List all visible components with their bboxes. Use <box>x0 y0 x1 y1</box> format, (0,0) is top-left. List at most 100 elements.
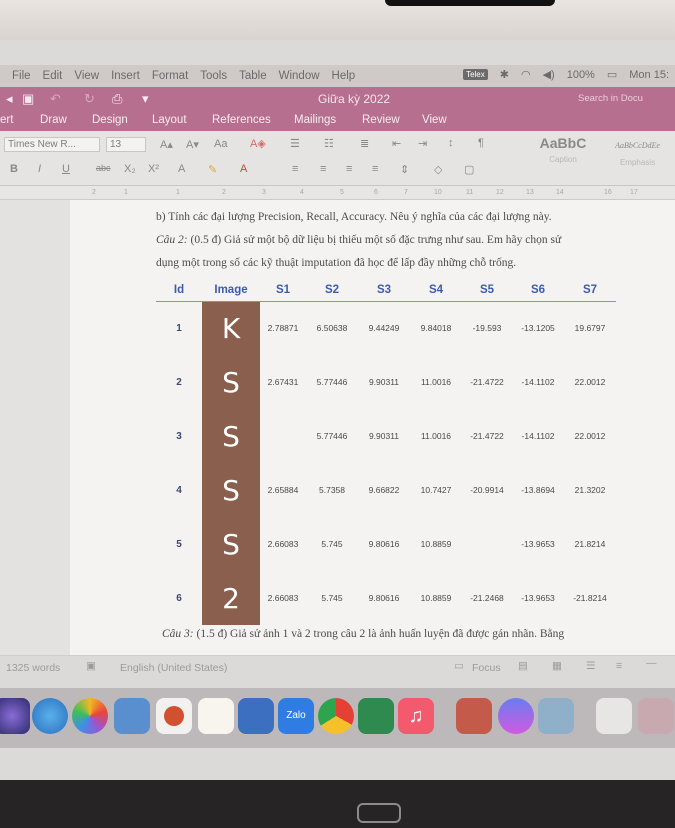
align-left-icon[interactable]: ≡ <box>292 163 298 175</box>
dock-app-zalo-icon[interactable]: Zalo <box>278 698 314 734</box>
borders-icon[interactable]: ▢ <box>464 163 474 176</box>
superscript-icon[interactable]: X² <box>148 163 159 175</box>
dock-app-notes-icon[interactable] <box>198 698 234 734</box>
web-layout-icon[interactable]: ▦ <box>552 660 562 672</box>
dock-app-preview-icon[interactable] <box>114 698 150 734</box>
style-caption[interactable]: AaBbC Caption <box>528 135 598 177</box>
menu-insert[interactable]: Insert <box>111 70 140 82</box>
tab-design[interactable]: Design <box>92 114 128 126</box>
tab-layout[interactable]: Layout <box>152 114 187 126</box>
tab-references[interactable]: References <box>212 114 271 126</box>
dock-app-powerpoint-icon[interactable] <box>156 698 192 734</box>
row-image: S <box>202 517 260 571</box>
dock-app-screenshot-icon[interactable] <box>596 698 632 734</box>
dock-app-music-icon[interactable]: ♫ <box>398 698 434 734</box>
menu-edit[interactable]: Edit <box>43 70 63 82</box>
bold-icon[interactable]: B <box>10 163 18 175</box>
style-emphasis[interactable]: AaBbCcDdEe Emphasis <box>600 135 675 177</box>
increase-indent-icon[interactable]: ⇥ <box>418 137 427 150</box>
menu-view[interactable]: View <box>74 70 99 82</box>
tab-mailings[interactable]: Mailings <box>294 114 336 126</box>
header-s7: S7 <box>564 279 616 302</box>
font-name-field[interactable]: Times New R... <box>4 137 100 152</box>
word-count[interactable]: 1325 words <box>6 662 60 674</box>
cell-s7: 22.0012 <box>574 431 606 441</box>
menu-tools[interactable]: Tools <box>200 70 227 82</box>
dock-app-excel-icon[interactable] <box>358 698 394 734</box>
table-row: 3 S 5.77446 9.90311 11.0016 -21.4722 -14… <box>156 409 616 463</box>
volume-icon[interactable]: ◀) <box>543 68 555 81</box>
header-s5: S5 <box>462 279 512 302</box>
shrink-font-icon[interactable]: A▾ <box>186 138 199 151</box>
save-icon[interactable]: ▣ <box>22 91 34 107</box>
menu-format[interactable]: Format <box>152 70 188 82</box>
document-page[interactable]: b) Tính các đại lượng Precision, Recall,… <box>70 200 675 655</box>
tab-view[interactable]: View <box>422 114 447 126</box>
menu-file[interactable]: File <box>12 70 31 82</box>
home-toolbar: Times New R... 13 A▴ A▾ Aa A◈ ☰ ☷ ≣ ⇤ ⇥ … <box>0 131 675 186</box>
clock[interactable]: Mon 15: <box>629 69 669 81</box>
tab-review[interactable]: Review <box>362 114 400 126</box>
shading-icon[interactable]: ◇ <box>434 163 442 176</box>
dock-app-gallery-icon[interactable] <box>638 698 674 734</box>
align-right-icon[interactable]: ≡ <box>346 163 352 175</box>
font-size-field[interactable]: 13 <box>106 137 146 152</box>
decrease-indent-icon[interactable]: ⇤ <box>392 137 401 150</box>
dock-app-siri-icon[interactable] <box>0 698 30 734</box>
highlight-icon[interactable]: ✎ <box>208 163 217 176</box>
menu-window[interactable]: Window <box>279 70 320 82</box>
numbering-icon[interactable]: ☷ <box>324 137 334 150</box>
read-mode-icon[interactable]: ☰ <box>586 660 595 672</box>
dock-app-photos-icon[interactable] <box>72 698 108 734</box>
language-indicator[interactable]: English (United States) <box>120 662 227 674</box>
bluetooth-icon[interactable]: ✱ <box>500 68 509 81</box>
proofing-icon[interactable]: ▣ <box>86 660 96 672</box>
outline-icon[interactable]: ≡ <box>616 660 622 672</box>
cell-s3: 9.90311 <box>368 431 400 441</box>
wifi-icon[interactable]: ◠ <box>521 68 531 81</box>
tab-insert[interactable]: ert <box>0 114 13 126</box>
redo-icon[interactable]: ↻ <box>84 91 95 107</box>
justify-icon[interactable]: ≡ <box>372 163 378 175</box>
text-effects-icon[interactable]: A <box>178 163 185 175</box>
sidebar-toggle-icon[interactable]: ◂ <box>6 91 13 107</box>
line-spacing-icon[interactable]: ⇕ <box>400 163 409 176</box>
align-center-icon[interactable]: ≡ <box>320 163 326 175</box>
dock-app-messenger-icon[interactable] <box>498 698 534 734</box>
dock-app-dictionary-icon[interactable] <box>456 698 492 734</box>
font-color-icon[interactable]: A <box>240 163 247 175</box>
grow-font-icon[interactable]: A▴ <box>160 138 173 151</box>
clear-formatting-icon[interactable]: A◈ <box>250 137 266 150</box>
strikethrough-icon[interactable]: abc <box>96 163 111 173</box>
battery-icon[interactable]: ▭ <box>607 68 617 81</box>
print-icon[interactable]: ⎙ <box>112 91 122 107</box>
underline-icon[interactable]: U <box>62 163 70 175</box>
focus-icon[interactable]: ▭ <box>454 660 464 672</box>
focus-button[interactable]: Focus <box>472 662 501 674</box>
menu-table[interactable]: Table <box>239 70 267 82</box>
print-layout-icon[interactable]: ▤ <box>518 660 528 672</box>
subscript-icon[interactable]: X₂ <box>124 163 136 175</box>
show-formatting-icon[interactable]: ¶ <box>478 137 484 149</box>
zoom-slider[interactable]: — <box>646 657 657 669</box>
sort-icon[interactable]: ↕ <box>448 137 454 149</box>
dock-app-safari-icon[interactable] <box>32 698 68 734</box>
customize-chevron-icon[interactable]: ▾ <box>142 91 149 107</box>
undo-icon[interactable]: ↶ <box>50 91 61 107</box>
italic-icon[interactable]: I <box>38 163 41 175</box>
change-case-icon[interactable]: Aa <box>214 138 227 150</box>
tab-draw[interactable]: Draw <box>40 114 67 126</box>
search-document-field[interactable]: Search in Docu <box>578 93 643 104</box>
menu-help[interactable]: Help <box>332 70 356 82</box>
dock-app-finder-icon[interactable] <box>538 698 574 734</box>
battery-percent[interactable]: 100% <box>567 69 595 81</box>
table-row: 2 S 2.67431 5.77446 9.90311 11.0016 -21.… <box>156 355 616 409</box>
cell-s7: 19.6797 <box>574 323 606 334</box>
cell-s5: -21.4722 <box>470 431 504 441</box>
bullets-icon[interactable]: ☰ <box>290 137 300 150</box>
dock-app-chrome-icon[interactable] <box>318 698 354 734</box>
multilevel-list-icon[interactable]: ≣ <box>360 137 369 150</box>
dock-app-word-icon[interactable] <box>238 698 274 734</box>
horizontal-ruler[interactable]: 211 234 567 10 11 12 13 14 16 17 <box>0 186 675 200</box>
input-method-badge[interactable]: Telex <box>463 69 488 80</box>
